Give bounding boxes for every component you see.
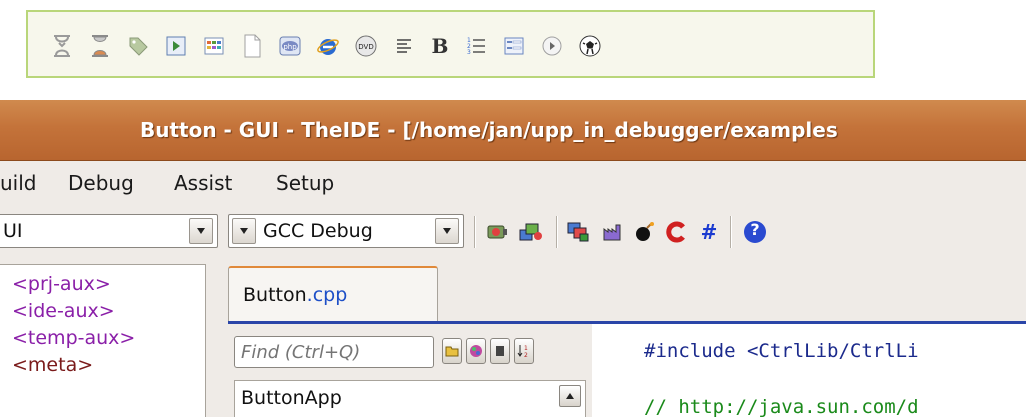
help-icon[interactable]: ? xyxy=(742,219,768,245)
navigator-panel: 12 ButtonApp xyxy=(228,324,590,417)
palette-icon xyxy=(470,345,482,357)
debug-bomb-icon[interactable] xyxy=(632,219,658,245)
build-method-combo[interactable]: GCC Debug xyxy=(228,214,464,248)
align-left-icon[interactable] xyxy=(392,34,416,58)
code-line: // http://java.sun.com/d xyxy=(644,396,919,417)
play-frame-icon[interactable] xyxy=(164,34,188,58)
folder-button[interactable] xyxy=(442,338,462,364)
build-method-dropdown-button[interactable] xyxy=(435,218,459,244)
toolbar-separator xyxy=(556,216,558,248)
package-item[interactable]: <prj-aux> xyxy=(12,273,111,295)
chevron-down-icon xyxy=(197,228,205,234)
document-icon[interactable] xyxy=(240,34,264,58)
build-method-left-dropdown[interactable] xyxy=(232,218,256,244)
tab-file-name: Button xyxy=(243,284,307,306)
page-icon xyxy=(496,346,504,356)
svg-text:2: 2 xyxy=(524,352,528,359)
tab-button-cpp[interactable]: Button.cpp xyxy=(228,266,438,322)
toolbar: UI GCC Debug # ? xyxy=(0,206,1026,264)
package-item[interactable]: <temp-aux> xyxy=(12,327,135,349)
soccer-ball-icon[interactable] xyxy=(578,34,602,58)
menu-bar: uild Debug Assist Setup xyxy=(0,161,1026,205)
form-icon[interactable] xyxy=(502,34,526,58)
title-bar[interactable]: Button - GUI - TheIDE - [/home/jan/upp_i… xyxy=(0,100,1026,161)
color-button[interactable] xyxy=(466,338,486,364)
view-button[interactable] xyxy=(490,338,510,364)
scroll-up-button[interactable] xyxy=(559,385,581,407)
toolbar-separator xyxy=(474,216,476,248)
svg-text:1: 1 xyxy=(524,345,528,352)
menu-debug[interactable]: Debug xyxy=(68,171,134,195)
numbered-list-icon[interactable]: 123 xyxy=(464,34,488,58)
svg-text:php: php xyxy=(283,43,297,51)
main-package-dropdown-button[interactable] xyxy=(189,218,213,244)
code-line: #include <CtrlLib/CtrlLi xyxy=(644,340,919,362)
bold-icon[interactable]: B xyxy=(428,34,452,58)
php-icon[interactable]: php xyxy=(278,34,302,58)
main-package-combo[interactable]: UI xyxy=(0,214,218,248)
package-item[interactable]: <meta> xyxy=(12,354,93,376)
internet-explorer-icon[interactable] xyxy=(316,34,340,58)
svg-text:DVD: DVD xyxy=(358,43,373,51)
help-glyph: ? xyxy=(750,220,760,239)
menu-build[interactable]: uild xyxy=(0,171,36,195)
bold-glyph: B xyxy=(431,34,449,58)
package-list: <prj-aux> <ide-aux> <temp-aux> <meta> xyxy=(0,264,206,417)
sort-icon: 12 xyxy=(517,345,528,359)
navigator-search-input[interactable] xyxy=(234,336,434,368)
export-icon[interactable] xyxy=(600,219,626,245)
code-editor[interactable]: #include <CtrlLib/CtrlLi // http://java.… xyxy=(592,324,1026,417)
run-c-icon[interactable] xyxy=(664,219,690,245)
chevron-up-icon xyxy=(566,393,574,399)
main-package-value: UI xyxy=(3,220,23,242)
navigator-list: ButtonApp xyxy=(234,380,586,417)
ide-window: Button - GUI - TheIDE - [/home/jan/upp_i… xyxy=(0,100,1026,417)
hash-icon[interactable]: # xyxy=(696,219,722,245)
package-item[interactable]: <ide-aux> xyxy=(12,300,115,322)
play-circle-icon[interactable] xyxy=(540,34,564,58)
tab-file-ext: .cpp xyxy=(306,284,348,306)
rebuild-icon[interactable] xyxy=(518,219,544,245)
build-method-value: GCC Debug xyxy=(263,220,373,242)
build-icon[interactable] xyxy=(484,219,510,245)
tag-icon[interactable] xyxy=(126,34,150,58)
sort-button[interactable]: 12 xyxy=(514,338,534,364)
grid-icon[interactable] xyxy=(202,34,226,58)
dvd-icon[interactable]: DVD xyxy=(354,34,378,58)
clean-icon[interactable] xyxy=(566,219,592,245)
menu-assist[interactable]: Assist xyxy=(174,171,232,195)
hourglass-icon[interactable] xyxy=(88,34,112,58)
hourglass-empty-icon[interactable] xyxy=(50,34,74,58)
window-title: Button - GUI - TheIDE - [/home/jan/upp_i… xyxy=(140,118,838,142)
tab-label: Button.cpp xyxy=(243,284,347,306)
chevron-down-icon xyxy=(240,228,248,234)
svg-text:3: 3 xyxy=(467,49,471,56)
toolbar-separator xyxy=(730,216,732,248)
navigator-item[interactable]: ButtonApp xyxy=(241,387,342,409)
hash-glyph: # xyxy=(700,220,718,244)
chevron-down-icon xyxy=(443,228,451,234)
icon-strip: php DVD B 123 xyxy=(26,10,875,78)
menu-setup[interactable]: Setup xyxy=(276,171,334,195)
folder-icon xyxy=(445,346,459,357)
